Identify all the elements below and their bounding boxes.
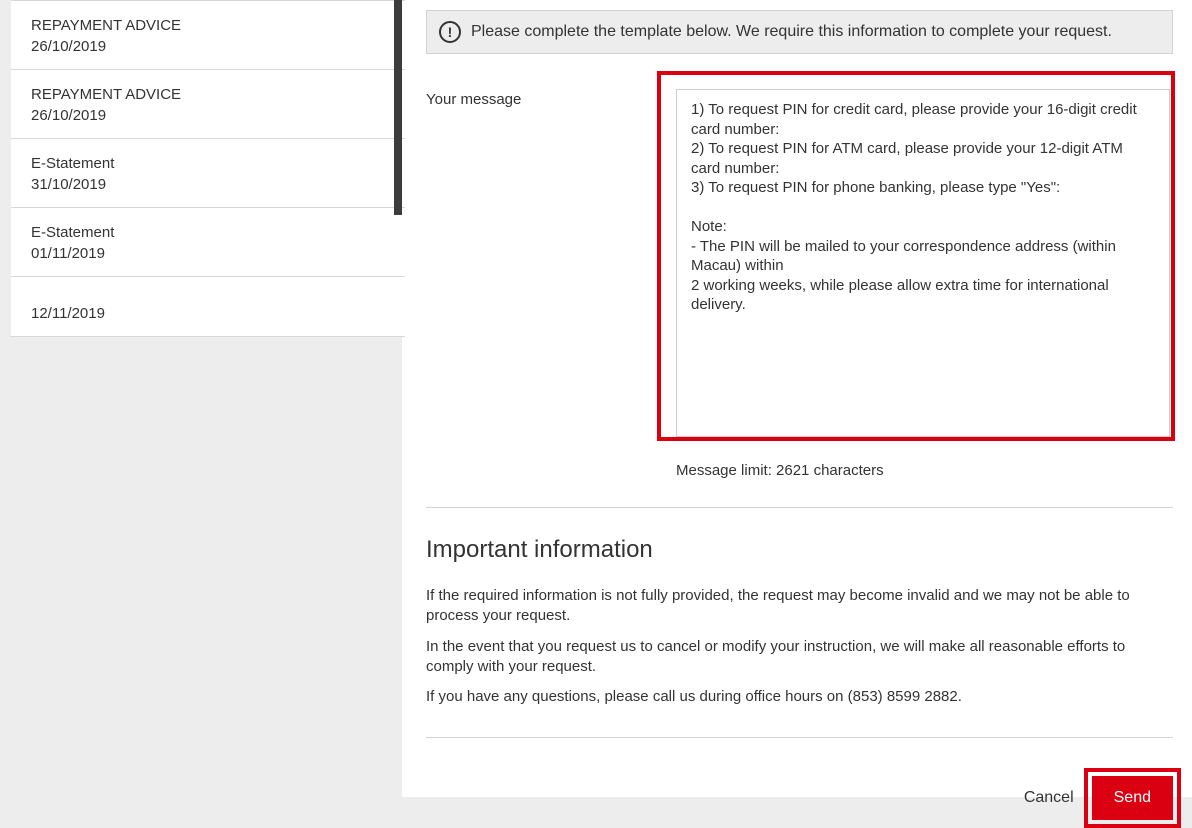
message-textarea[interactable] <box>676 89 1170 437</box>
divider <box>426 737 1173 738</box>
sidebar-item-date: 31/10/2019 <box>31 176 385 193</box>
info-heading: Important information <box>426 536 1173 564</box>
sidebar-item-title: REPAYMENT ADVICE <box>31 86 385 103</box>
divider <box>426 507 1173 508</box>
notice-text: Please complete the template below. We r… <box>471 23 1112 41</box>
scrollbar[interactable] <box>394 0 402 215</box>
message-label: Your message <box>426 89 656 479</box>
form-row: Your message Message limit: 2621 charact… <box>426 89 1173 479</box>
sidebar-item-title: E-Statement <box>31 224 385 241</box>
sidebar-item-date: 26/10/2019 <box>31 107 385 124</box>
sidebar-item[interactable]: 12/11/2019 <box>11 277 405 337</box>
info-icon: ! <box>439 21 461 43</box>
sidebar: REPAYMENT ADVICE 26/10/2019 REPAYMENT AD… <box>0 0 402 400</box>
info-paragraph: If you have any questions, please call u… <box>426 687 1173 707</box>
sidebar-item[interactable]: E-Statement 31/10/2019 <box>11 139 405 208</box>
sidebar-item[interactable]: E-Statement 01/11/2019 <box>11 208 405 277</box>
sidebar-item-title: REPAYMENT ADVICE <box>31 17 385 34</box>
sidebar-item-date: 12/11/2019 <box>31 305 385 322</box>
sidebar-item-date: 26/10/2019 <box>31 38 385 55</box>
cancel-button[interactable]: Cancel <box>1024 789 1074 807</box>
sidebar-item[interactable]: REPAYMENT ADVICE 26/10/2019 <box>11 0 405 70</box>
sidebar-item-title: E-Statement <box>31 155 385 172</box>
sidebar-item[interactable]: REPAYMENT ADVICE 26/10/2019 <box>11 70 405 139</box>
info-paragraph: In the event that you request us to canc… <box>426 637 1173 678</box>
main-content: ! Please complete the template below. We… <box>402 0 1192 797</box>
button-row: Cancel Send <box>426 776 1173 820</box>
notice-bar: ! Please complete the template below. We… <box>426 10 1173 54</box>
char-limit: Message limit: 2621 characters <box>676 462 1173 479</box>
info-paragraph: If the required information is not fully… <box>426 586 1173 627</box>
sidebar-item-date: 01/11/2019 <box>31 245 385 262</box>
send-button[interactable]: Send <box>1092 776 1173 820</box>
